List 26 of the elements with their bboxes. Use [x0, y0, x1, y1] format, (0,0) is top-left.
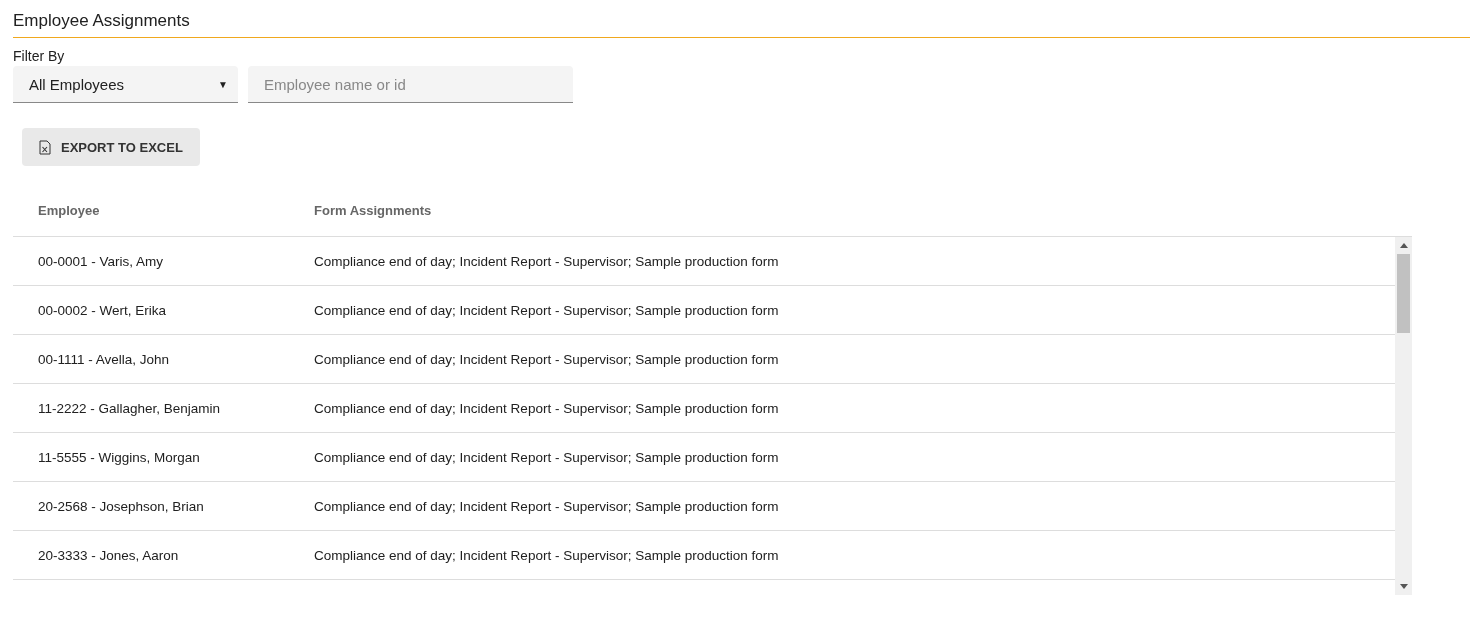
table-cell: 00-0001 - Varis, Amy [38, 253, 164, 269]
table-cell: 00-0002 - Wert, Erika [38, 302, 167, 318]
table-cell: Compliance end of day; Incident Report - Supervisor; Sample production form [314, 498, 779, 514]
table-cell: Compliance end of day; Incident Report - Supervisor; Sample production form [314, 547, 779, 563]
export-button[interactable]: EXPORT TO EXCEL [22, 128, 200, 166]
scrollbar[interactable] [1395, 237, 1412, 595]
scroll-down-icon[interactable] [1399, 584, 1408, 589]
scrollbar-thumb[interactable] [1397, 254, 1410, 333]
table-cell: Compliance end of day; Incident Report - Supervisor; Sample production form [314, 449, 779, 465]
filter-label: Filter By [13, 48, 66, 64]
column-header: Employee [37, 203, 101, 218]
table-cell: Compliance end of day; Incident Report - Supervisor; Sample production form [314, 253, 779, 269]
table-cell: 20-3333 - Jones, Aaron [38, 547, 179, 563]
table-cell: 11-2222 - Gallagher, Benjamin [38, 400, 221, 416]
search-field[interactable]: Employee name or id [248, 66, 573, 103]
column-header: Form Assignments [314, 203, 433, 218]
table-cell: Compliance end of day; Incident Report - Supervisor; Sample production form [314, 351, 779, 367]
table-cell: 00-1111 - Avella, John [38, 351, 170, 367]
page-title: Employee Assignments [13, 9, 1470, 38]
scroll-up-icon[interactable] [1399, 243, 1408, 248]
table-cell: Compliance end of day; Incident Report - Supervisor; Sample production form [314, 302, 779, 318]
table-cell: 20-2568 - Josephson, Brian [38, 498, 204, 514]
employee-filter-dropdown[interactable]: All Employees ▼ [13, 66, 238, 103]
excel-file-icon [39, 139, 51, 155]
table-cell: 11-5555 - Wiggins, Morgan [38, 449, 200, 465]
table-cell: Compliance end of day; Incident Report - Supervisor; Sample production form [314, 400, 779, 416]
